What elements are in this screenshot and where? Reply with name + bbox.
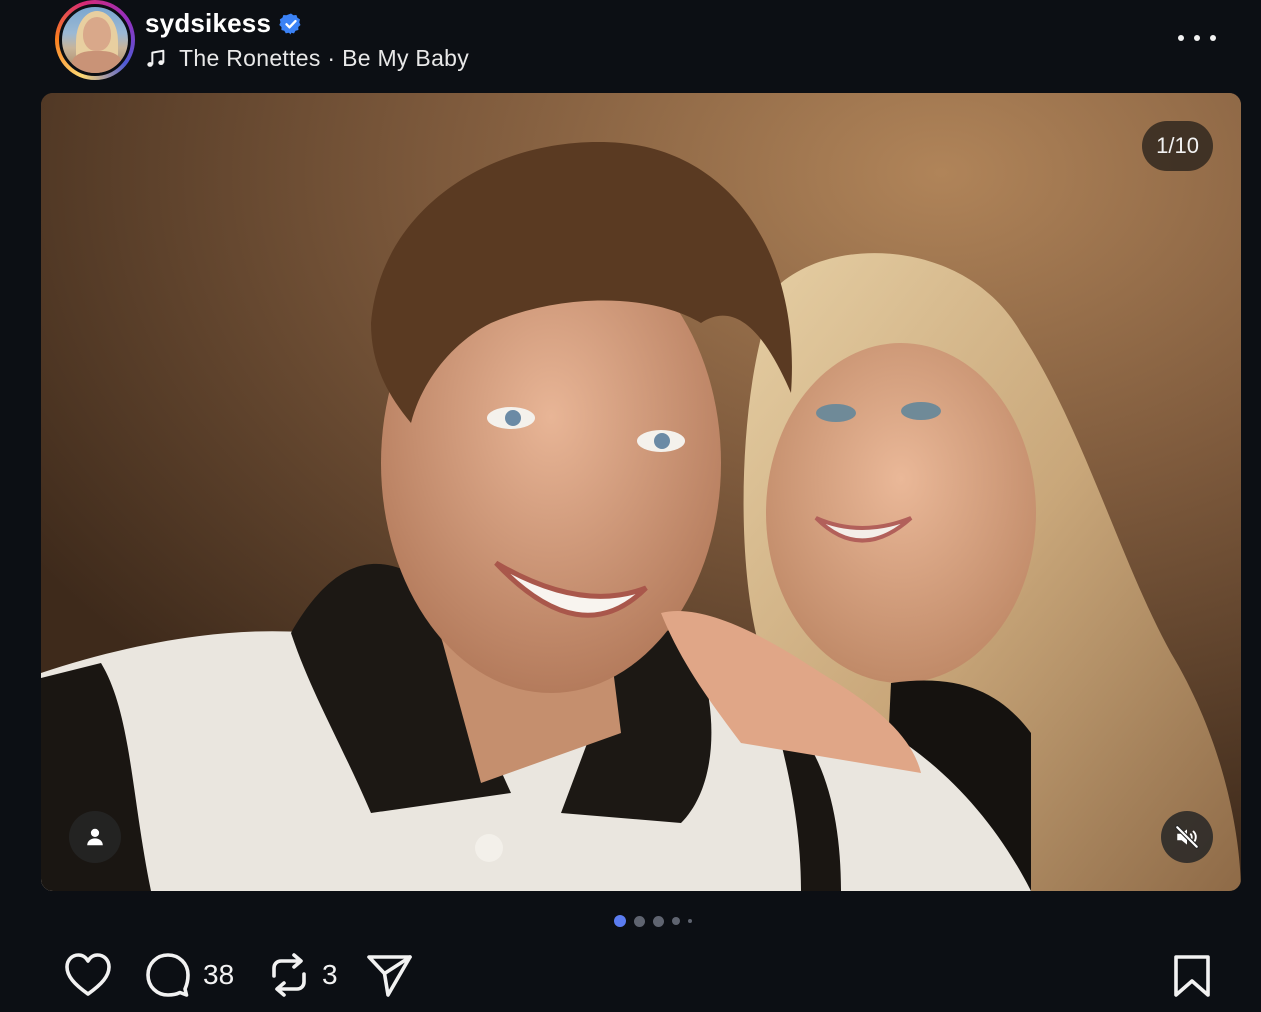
post-photo bbox=[41, 93, 1241, 891]
music-attribution[interactable]: The Ronettes · Be My Baby bbox=[145, 45, 469, 72]
share-button[interactable] bbox=[366, 952, 414, 998]
comment-button[interactable]: 38 bbox=[145, 952, 234, 998]
repost-count: 3 bbox=[322, 959, 338, 990]
carousel-dot bbox=[634, 915, 645, 927]
repost-button[interactable]: 3 bbox=[268, 952, 338, 998]
more-horizontal-icon bbox=[1178, 35, 1184, 41]
post-card: sydsikess The Ronettes · Be My Baby 1/10… bbox=[0, 0, 1261, 1012]
save-button[interactable] bbox=[1172, 954, 1212, 998]
like-button[interactable] bbox=[64, 952, 112, 998]
username[interactable]: sydsikess bbox=[145, 8, 271, 39]
post-header: sydsikess The Ronettes · Be My Baby bbox=[0, 0, 1261, 90]
heart-icon bbox=[65, 953, 111, 996]
avatar[interactable] bbox=[59, 4, 131, 76]
media-counter-badge: 1/10 bbox=[1142, 121, 1213, 171]
carousel-dot-active bbox=[614, 915, 626, 927]
music-note-icon bbox=[147, 49, 165, 67]
music-track-text: The Ronettes · Be My Baby bbox=[179, 45, 469, 72]
comment-icon bbox=[146, 953, 190, 997]
verified-badge-icon bbox=[279, 13, 301, 34]
more-options-button[interactable] bbox=[1178, 26, 1216, 50]
carousel-dot bbox=[672, 917, 680, 925]
story-ring[interactable] bbox=[55, 0, 135, 80]
repost-icon bbox=[272, 953, 306, 997]
carousel-pagination bbox=[614, 915, 692, 927]
bookmark-icon bbox=[1174, 955, 1210, 997]
music-separator: · bbox=[327, 45, 336, 71]
user-icon bbox=[87, 828, 103, 846]
volume-off-icon bbox=[1175, 825, 1199, 849]
music-artist: The Ronettes bbox=[179, 45, 321, 71]
music-title: Be My Baby bbox=[342, 45, 470, 71]
username-row: sydsikess bbox=[145, 8, 303, 39]
carousel-dot bbox=[653, 915, 664, 927]
comment-count: 38 bbox=[203, 959, 235, 990]
send-icon bbox=[367, 955, 412, 997]
mute-button[interactable] bbox=[1161, 811, 1213, 863]
tag-people-button[interactable] bbox=[69, 811, 121, 863]
post-media-carousel[interactable]: 1/10 bbox=[41, 93, 1241, 891]
post-action-bar: 38 3 bbox=[0, 940, 1261, 1012]
carousel-dot bbox=[688, 919, 692, 923]
